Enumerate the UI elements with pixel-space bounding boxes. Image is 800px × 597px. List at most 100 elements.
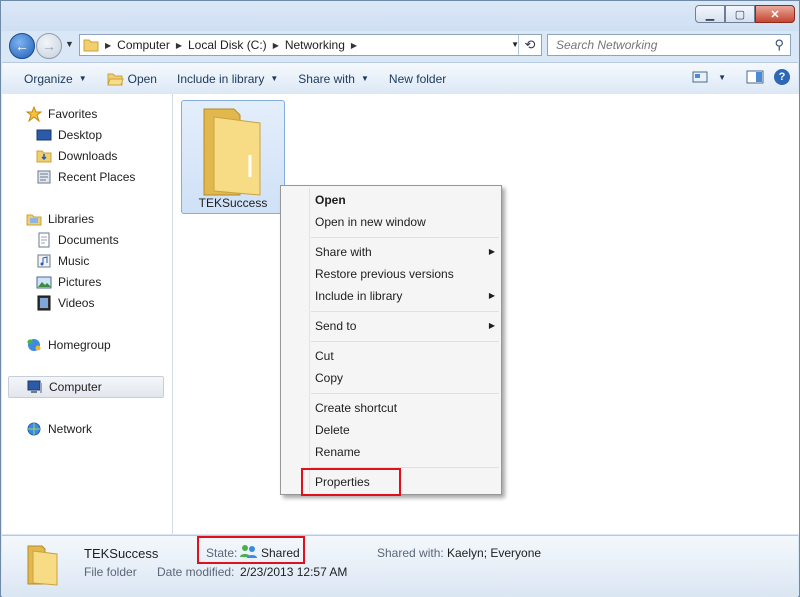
refresh-icon: ⟲: [524, 37, 536, 52]
sidebar-item-videos[interactable]: Videos: [36, 293, 94, 313]
menu-separator: [311, 393, 499, 394]
toolbar-right: ▼ ?: [692, 69, 790, 85]
menu-item-open[interactable]: Open: [315, 190, 495, 210]
menu-item-create-shortcut[interactable]: Create shortcut: [315, 398, 495, 418]
chevron-down-icon: ▼: [65, 39, 74, 49]
search-input[interactable]: [554, 37, 768, 53]
refresh-button[interactable]: ⟲: [518, 35, 541, 55]
organize-button[interactable]: Organize ▼: [2, 72, 97, 86]
new-folder-button[interactable]: New folder: [379, 72, 456, 86]
sidebar-item-label: Pictures: [58, 275, 102, 289]
menu-item-copy[interactable]: Copy: [315, 368, 495, 388]
music-icon: [37, 254, 51, 268]
sidebar-item-label: Desktop: [58, 128, 103, 142]
recent-pages-button[interactable]: ▼: [65, 39, 74, 49]
videos-icon: [37, 295, 51, 311]
sidebar-item-label: Documents: [58, 233, 119, 247]
sidebar-item-label: Recent Places: [58, 170, 136, 184]
title-bar: ▁ ▢ ✕: [1, 1, 799, 31]
share-with-label: Share with: [298, 71, 355, 86]
details-shared-with-value: Kaelyn; Everyone: [447, 546, 542, 560]
folder-item[interactable]: TEKSuccess: [181, 100, 285, 214]
sidebar-item-label: Network: [48, 422, 93, 436]
maximize-icon: ▢: [734, 8, 746, 21]
sidebar-item-label: Downloads: [58, 149, 118, 163]
address-bar[interactable]: ▶ Computer ▶ Local Disk (C:) ▶ Networkin…: [79, 34, 542, 56]
new-folder-label: New folder: [388, 71, 447, 86]
breadcrumb-computer[interactable]: Computer: [111, 38, 176, 52]
explorer-window: ▁ ▢ ✕ ← → ▼ ▶ Computer ▶ Local Disk (C:)…: [0, 0, 800, 597]
menu-item-restore-previous-versions[interactable]: Restore previous versions: [315, 264, 495, 284]
help-icon[interactable]: ?: [774, 69, 790, 85]
sidebar-item-label: Computer: [49, 380, 102, 394]
folder-icon: [83, 39, 99, 52]
open-folder-icon: [106, 73, 124, 85]
menu-item-label: Include in library: [315, 289, 403, 303]
star-icon: [26, 106, 42, 122]
breadcrumb-separator-icon: ▶: [350, 40, 358, 50]
minimize-button[interactable]: ▁: [695, 5, 725, 23]
menu-separator: [311, 341, 499, 342]
details-pane: TEKSuccess File folder State: Shared Dat…: [2, 535, 798, 597]
chevron-down-icon: ▼: [360, 74, 369, 83]
navigation-bar: ← → ▼ ▶ Computer ▶ Local Disk (C:) ▶ Net…: [1, 31, 799, 61]
sidebar-item-favorites[interactable]: Favorites: [26, 104, 97, 124]
preview-pane-icon[interactable]: [746, 70, 764, 84]
menu-item-label: Send to: [315, 319, 357, 333]
desktop-icon: [36, 129, 52, 141]
sidebar-item-recent-places[interactable]: Recent Places: [36, 167, 135, 187]
share-with-button[interactable]: Share with ▼: [288, 72, 379, 86]
view-options-chevron-icon[interactable]: ▼: [718, 73, 726, 82]
sidebar-item-downloads[interactable]: Downloads: [36, 146, 117, 166]
sidebar-item-computer[interactable]: Computer: [8, 376, 164, 398]
folder-icon: [203, 108, 261, 196]
sidebar-item-documents[interactable]: Documents: [36, 230, 119, 250]
close-button[interactable]: ✕: [755, 5, 795, 23]
back-button[interactable]: ←: [9, 33, 35, 59]
documents-icon: [38, 232, 50, 248]
menu-item-delete[interactable]: Delete: [315, 420, 495, 440]
sidebar-item-music[interactable]: Music: [36, 251, 89, 271]
sidebar-item-homegroup[interactable]: Homegroup: [26, 335, 111, 355]
include-in-library-button[interactable]: Include in library ▼: [167, 72, 288, 86]
sidebar-item-network[interactable]: Network: [26, 419, 92, 439]
forward-button[interactable]: →: [36, 33, 62, 59]
sidebar-item-label: Libraries: [48, 212, 95, 226]
menu-item-include-in-library[interactable]: Include in library ▶: [315, 286, 495, 306]
details-shared-with-label: Shared with:: [377, 546, 444, 560]
details-name: TEKSuccess: [84, 546, 159, 561]
sidebar-item-desktop[interactable]: Desktop: [36, 125, 102, 145]
breadcrumb-local-disk[interactable]: Local Disk (C:): [182, 38, 273, 52]
open-button[interactable]: Open: [97, 72, 167, 86]
submenu-arrow-icon: ▶: [488, 291, 495, 300]
minimize-icon: ▁: [705, 8, 715, 21]
maximize-button[interactable]: ▢: [725, 5, 755, 23]
back-arrow-icon: ←: [15, 38, 29, 54]
submenu-arrow-icon: ▶: [488, 247, 495, 256]
search-box[interactable]: ⚲: [547, 34, 791, 56]
downloads-folder-icon: [36, 150, 52, 163]
menu-item-share-with[interactable]: Share with ▶: [315, 242, 495, 262]
breadcrumb-networking[interactable]: Networking: [279, 38, 351, 52]
change-view-icon[interactable]: [692, 70, 708, 84]
sidebar-item-pictures[interactable]: Pictures: [36, 272, 101, 292]
search-icon[interactable]: ⚲: [774, 37, 784, 53]
sidebar-item-label: Music: [58, 254, 90, 268]
chevron-down-icon: ▼: [270, 74, 279, 83]
menu-item-label: Share with: [315, 245, 372, 259]
details-type: File folder: [84, 565, 137, 579]
menu-item-open-new-window[interactable]: Open in new window: [315, 212, 495, 232]
navigation-pane: Favorites Desktop Downloads Recent Place…: [2, 94, 173, 534]
window-controls: ▁ ▢ ✕: [695, 5, 795, 23]
properties-highlight-box: [301, 468, 401, 496]
details-date-label: Date modified:: [157, 565, 235, 579]
sidebar-item-libraries[interactable]: Libraries: [26, 209, 94, 229]
forward-arrow-icon: →: [42, 38, 56, 54]
menu-item-cut[interactable]: Cut: [315, 346, 495, 366]
libraries-icon: [26, 214, 42, 226]
pictures-icon: [36, 276, 52, 289]
folder-name: TEKSuccess: [198, 196, 268, 210]
menu-item-rename[interactable]: Rename: [315, 442, 495, 462]
submenu-arrow-icon: ▶: [488, 321, 495, 330]
menu-item-send-to[interactable]: Send to ▶: [315, 316, 495, 336]
